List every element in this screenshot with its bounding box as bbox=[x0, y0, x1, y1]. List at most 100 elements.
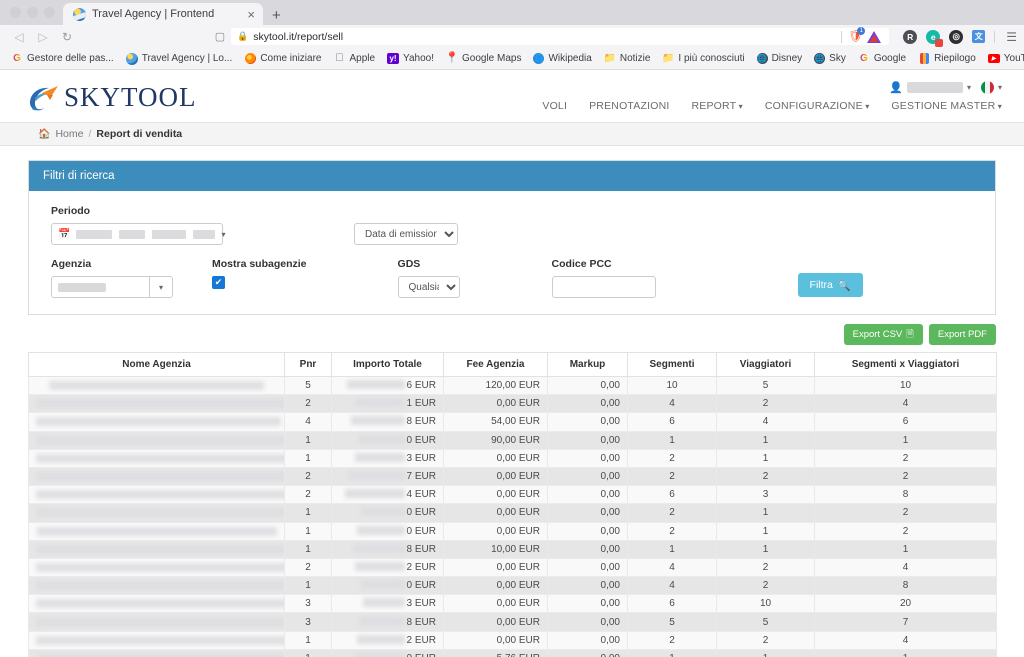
cell-nome-agenzia bbox=[29, 540, 285, 558]
table-row[interactable]: 21 EUR0,00 EUR0,00424 bbox=[29, 395, 997, 413]
col-pnr[interactable]: Pnr bbox=[285, 353, 332, 377]
agenzia-select[interactable]: ▾ bbox=[51, 276, 173, 298]
extension-dark-icon[interactable]: ◎ bbox=[949, 30, 963, 44]
table-row[interactable]: 33 EUR0,00 EUR0,0061020 bbox=[29, 595, 997, 613]
table-row[interactable]: 27 EUR0,00 EUR0,00222 bbox=[29, 467, 997, 485]
brave-shield-icon[interactable]: 🛡 1 bbox=[848, 30, 861, 43]
extension-green-badge bbox=[935, 39, 943, 47]
table-row[interactable]: 13 EUR0,00 EUR0,00212 bbox=[29, 449, 997, 467]
cell-segmenti-x-viaggiatori: 4 bbox=[815, 631, 997, 649]
browser-tab[interactable]: Travel Agency | Frontend × bbox=[63, 3, 263, 25]
pcc-input[interactable] bbox=[552, 276, 656, 298]
gds-select[interactable]: Qualsiasi bbox=[398, 276, 460, 298]
table-row[interactable]: 10 EUR90,00 EUR0,00111 bbox=[29, 431, 997, 449]
nav-item-gestione-master[interactable]: GESTIONE MASTER bbox=[891, 100, 1002, 112]
col-markup[interactable]: Markup bbox=[548, 353, 628, 377]
close-window-button[interactable] bbox=[10, 7, 21, 18]
periodo-daterange-input[interactable]: 📅 ▾ bbox=[51, 223, 223, 245]
cell-importo-totale: 3 EUR bbox=[332, 449, 444, 467]
table-row[interactable]: 12 EUR0,00 EUR0,00224 bbox=[29, 631, 997, 649]
cell-segmenti-x-viaggiatori: 20 bbox=[815, 595, 997, 613]
extension-r-icon[interactable]: R bbox=[903, 30, 917, 44]
cell-segmenti: 2 bbox=[628, 631, 717, 649]
export-pdf-button[interactable]: Export PDF bbox=[929, 324, 996, 345]
cell-viaggiatori: 2 bbox=[717, 631, 815, 649]
nav-item-report[interactable]: REPORT bbox=[691, 100, 742, 112]
browser-toolbar: ◁ ▷ ↻ ▢ 🔒 skytool.it/report/sell 🛡 1 R e… bbox=[0, 25, 1024, 48]
forward-button[interactable]: ▷ bbox=[31, 31, 55, 43]
maximize-window-button[interactable] bbox=[44, 7, 55, 18]
cell-importo-totale: 3 EUR bbox=[332, 595, 444, 613]
reload-button[interactable]: ↻ bbox=[55, 31, 79, 43]
account-menu[interactable]: 👤 ▾ bbox=[889, 81, 971, 94]
address-bar[interactable]: 🔒 skytool.it/report/sell 🛡 1 bbox=[231, 28, 889, 45]
cell-viaggiatori: 2 bbox=[717, 577, 815, 595]
bookmark-item[interactable]: 📁Notizie bbox=[599, 53, 656, 65]
back-button[interactable]: ◁ bbox=[7, 31, 31, 43]
table-row[interactable]: 48 EUR54,00 EUR0,00646 bbox=[29, 413, 997, 431]
redacted-amount bbox=[363, 598, 405, 607]
nav-item-voli[interactable]: VOLI bbox=[542, 100, 567, 112]
bookmark-item[interactable]: 📍Google Maps bbox=[441, 53, 526, 65]
col-nome-agenzia[interactable]: Nome Agenzia bbox=[29, 353, 285, 377]
table-row[interactable]: 38 EUR0,00 EUR0,00557 bbox=[29, 613, 997, 631]
bookmark-item[interactable]: y!Yahoo! bbox=[382, 53, 439, 64]
nav-item-prenotazioni[interactable]: PRENOTAZIONI bbox=[589, 100, 669, 112]
col-fee-agenzia[interactable]: Fee Agenzia bbox=[444, 353, 548, 377]
new-tab-button[interactable]: + bbox=[263, 8, 290, 25]
bookmark-item[interactable]: Travel Agency | Lo... bbox=[121, 53, 238, 65]
chevron-down-icon: ▾ bbox=[221, 230, 225, 239]
col-importo-totale[interactable]: Importo Totale bbox=[332, 353, 444, 377]
table-row[interactable]: 10 EUR0,00 EUR0,00428 bbox=[29, 577, 997, 595]
bookmark-item[interactable]: 🌐Wikipedia bbox=[528, 53, 596, 64]
chevron-down-icon[interactable]: ▾ bbox=[149, 276, 173, 298]
table-row[interactable]: 10 EUR0,00 EUR0,00212 bbox=[29, 504, 997, 522]
bookmark-item[interactable]: Riepilogo bbox=[913, 53, 981, 65]
table-row[interactable]: 10 EUR5,76 EUR0,00111 bbox=[29, 649, 997, 657]
bookmark-item[interactable]: GGoogle bbox=[853, 53, 911, 65]
bookmark-item[interactable]: GGestore delle pas... bbox=[6, 53, 119, 65]
cell-fee-agenzia: 90,00 EUR bbox=[444, 431, 548, 449]
adobe-triangle-icon[interactable] bbox=[867, 31, 881, 43]
date-type-select[interactable]: Data di emissione bbox=[354, 223, 458, 245]
extension-green-icon[interactable]: e bbox=[926, 30, 940, 44]
nav-item-configurazione[interactable]: CONFIGURAZIONE bbox=[765, 100, 870, 112]
bookmark-item[interactable]: 🌐Sky bbox=[809, 53, 851, 64]
google-icon: G bbox=[11, 53, 23, 65]
breadcrumb-home[interactable]: Home bbox=[55, 128, 83, 140]
export-csv-button[interactable]: Export CSV 🗎 bbox=[844, 324, 923, 345]
bookmark-item[interactable]: 🌐Disney bbox=[752, 53, 808, 64]
browser-menu-icon[interactable]: ☰ bbox=[1004, 30, 1017, 44]
col-segmenti-x-viaggiatori[interactable]: Segmenti x Viaggiatori bbox=[815, 353, 997, 377]
table-row[interactable]: 24 EUR0,00 EUR0,00638 bbox=[29, 486, 997, 504]
cell-nome-agenzia bbox=[29, 649, 285, 657]
filter-button[interactable]: Filtra 🔍 bbox=[798, 273, 863, 297]
cell-pnr: 4 bbox=[285, 413, 332, 431]
periodo-field: Periodo 📅 ▾ bbox=[51, 205, 223, 245]
user-icon: 👤 bbox=[889, 81, 903, 94]
language-menu[interactable]: ▾ bbox=[981, 81, 1002, 94]
col-viaggiatori[interactable]: Viaggiatori bbox=[717, 353, 815, 377]
close-tab-icon[interactable]: × bbox=[245, 8, 257, 21]
bookmark-item[interactable]: ▶YouTube bbox=[983, 53, 1024, 65]
window-traffic-lights[interactable] bbox=[6, 0, 63, 25]
gds-label: GDS bbox=[398, 258, 460, 270]
cell-markup: 0,00 bbox=[548, 577, 628, 595]
table-row[interactable]: 10 EUR0,00 EUR0,00212 bbox=[29, 522, 997, 540]
table-row[interactable]: 22 EUR0,00 EUR0,00424 bbox=[29, 558, 997, 576]
bookmark-item[interactable]: Apple bbox=[328, 53, 380, 65]
minimize-window-button[interactable] bbox=[27, 7, 38, 18]
redacted-amount bbox=[355, 398, 405, 407]
bookmark-label: YouTube bbox=[1004, 53, 1024, 64]
translate-icon[interactable]: 文 bbox=[972, 30, 985, 43]
table-row[interactable]: 56 EUR120,00 EUR0,0010510 bbox=[29, 377, 997, 395]
col-segmenti[interactable]: Segmenti bbox=[628, 353, 717, 377]
bookmark-icon[interactable]: ▢ bbox=[209, 30, 231, 43]
bookmark-item[interactable]: Come iniziare bbox=[239, 53, 326, 65]
logo[interactable]: SKYTOOL bbox=[26, 82, 197, 113]
table-row[interactable]: 18 EUR10,00 EUR0,00111 bbox=[29, 540, 997, 558]
subagenzie-checkbox[interactable]: ✔ bbox=[212, 276, 225, 289]
agenzia-value-redacted[interactable] bbox=[51, 276, 149, 298]
bookmark-item[interactable]: 📁I più conosciuti bbox=[657, 53, 749, 65]
cell-nome-agenzia bbox=[29, 486, 285, 504]
